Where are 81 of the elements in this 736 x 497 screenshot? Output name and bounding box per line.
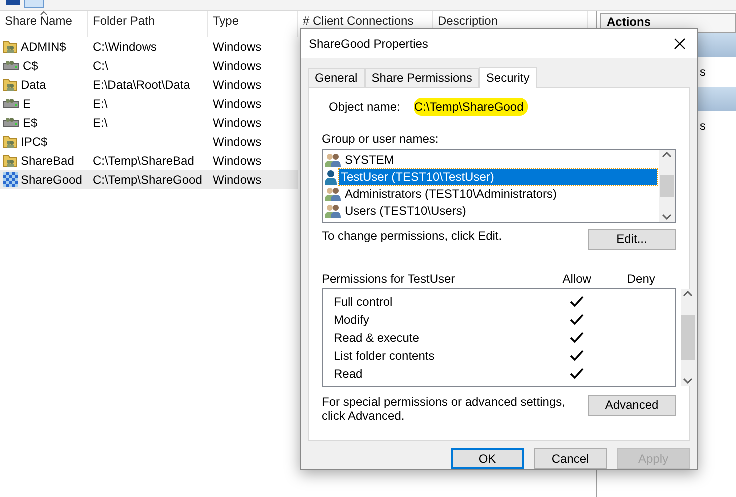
dialog-tab[interactable]: Share Permissions — [364, 68, 480, 87]
share-type: Windows — [213, 96, 262, 110]
shared-drive-icon — [3, 59, 20, 72]
toolbar-icon[interactable] — [6, 0, 20, 6]
share-name: ADMIN$ — [21, 40, 66, 54]
edit-hint: To change permissions, click Edit. — [322, 228, 504, 243]
folder-path: C:\Windows — [93, 40, 158, 54]
user-group-icon — [325, 187, 341, 202]
dialog-tab[interactable]: General — [308, 68, 365, 87]
folder-path: E:\Data\Root\Data — [93, 78, 190, 92]
advanced-button[interactable]: Advanced — [588, 394, 676, 416]
group-list-item[interactable]: Users (TEST10\Users) — [343, 203, 468, 220]
deny-column-header: Deny — [626, 272, 656, 286]
shared-folder-icon — [3, 154, 18, 168]
object-name-label: Object name: — [329, 100, 400, 114]
scroll-down-icon[interactable] — [662, 214, 672, 220]
permission-name: Read & execute — [334, 330, 420, 345]
object-name-value: C:\Temp\ShareGood — [414, 98, 528, 116]
permissions-label: Permissions for TestUser — [322, 272, 456, 286]
shared-drive-icon — [3, 116, 20, 129]
share-row[interactable]: E E:\ Windows — [0, 94, 298, 113]
checkered-share-icon — [3, 172, 18, 187]
scrollbar[interactable] — [681, 288, 695, 386]
share-name: ShareGood — [21, 172, 82, 186]
share-type: Windows — [213, 78, 262, 92]
group-list-item[interactable]: SYSTEM — [343, 152, 396, 168]
permission-name: Full control — [334, 294, 394, 309]
shared-folder-icon — [3, 78, 18, 92]
advanced-hint: For special permissions or advanced settings, click Advanced. — [322, 394, 566, 423]
dialog-button[interactable]: OK — [451, 448, 524, 469]
share-row[interactable]: C$ C:\ Windows — [0, 56, 298, 75]
share-name: ShareBad — [21, 154, 74, 168]
dialog-button[interactable]: Cancel — [534, 448, 607, 469]
share-name: Data — [21, 78, 46, 92]
column-header[interactable]: Folder Path — [88, 11, 208, 37]
column-header[interactable]: Share Name — [0, 11, 88, 37]
folder-path: C:\Temp\ShareGood — [93, 172, 202, 186]
share-row[interactable]: IPC$ Windows — [0, 132, 298, 151]
share-type: Windows — [213, 40, 262, 54]
group-list-item[interactable]: Administrators (TEST10\Administrators) — [343, 186, 560, 202]
share-name: IPC$ — [21, 134, 48, 148]
user-icon — [325, 170, 337, 185]
scroll-down-icon[interactable] — [683, 378, 693, 384]
shared-folder-icon — [3, 134, 18, 148]
folder-path: E:\ — [93, 116, 108, 130]
share-row[interactable]: E$ E:\ Windows — [0, 113, 298, 132]
allow-column-header: Allow — [562, 272, 592, 286]
action-link[interactable]: s — [700, 119, 706, 133]
shared-drive-icon — [3, 97, 20, 110]
folder-path: C:\ — [93, 58, 108, 72]
permission-name: Modify — [334, 312, 370, 327]
dialog-tab[interactable]: Security — [479, 66, 537, 88]
action-link[interactable]: s — [700, 65, 706, 79]
scroll-up-icon[interactable] — [683, 290, 693, 297]
dialog-title: ShareGood Properties — [309, 36, 428, 51]
share-name: E — [23, 96, 32, 110]
share-type: Windows — [213, 134, 262, 148]
share-type: Windows — [213, 58, 262, 72]
groups-label: Group or user names: — [322, 132, 440, 146]
edit-button[interactable]: Edit... — [588, 228, 676, 250]
sort-caret-icon — [40, 11, 48, 16]
share-row[interactable]: ShareBad C:\Temp\ShareBad Windows — [0, 151, 298, 170]
shared-folder-icon — [3, 40, 18, 54]
share-name: E$ — [23, 116, 38, 130]
permission-name: Read — [334, 366, 364, 381]
share-row[interactable]: ADMIN$ C:\Windows Windows — [0, 37, 298, 56]
user-group-icon — [325, 204, 341, 218]
folder-path: C:\Temp\ShareBad — [93, 154, 194, 168]
share-type: Windows — [213, 116, 262, 130]
scrollbar[interactable] — [659, 150, 675, 222]
permission-name: List folder contents — [334, 348, 436, 363]
group-list-item[interactable]: TestUser (TEST10\TestUser) — [339, 169, 657, 186]
share-name: C$ — [23, 58, 38, 72]
user-group-icon — [325, 153, 341, 168]
column-header[interactable]: Type — [208, 11, 298, 37]
share-type: Windows — [213, 154, 262, 168]
share-row[interactable]: ShareGood C:\Temp\ShareGood Windows — [0, 170, 298, 189]
scroll-up-icon[interactable] — [662, 152, 672, 158]
share-type: Windows — [213, 172, 262, 186]
folder-path: E:\ — [93, 96, 108, 110]
share-row[interactable]: Data E:\Data\Root\Data Windows — [0, 75, 298, 94]
